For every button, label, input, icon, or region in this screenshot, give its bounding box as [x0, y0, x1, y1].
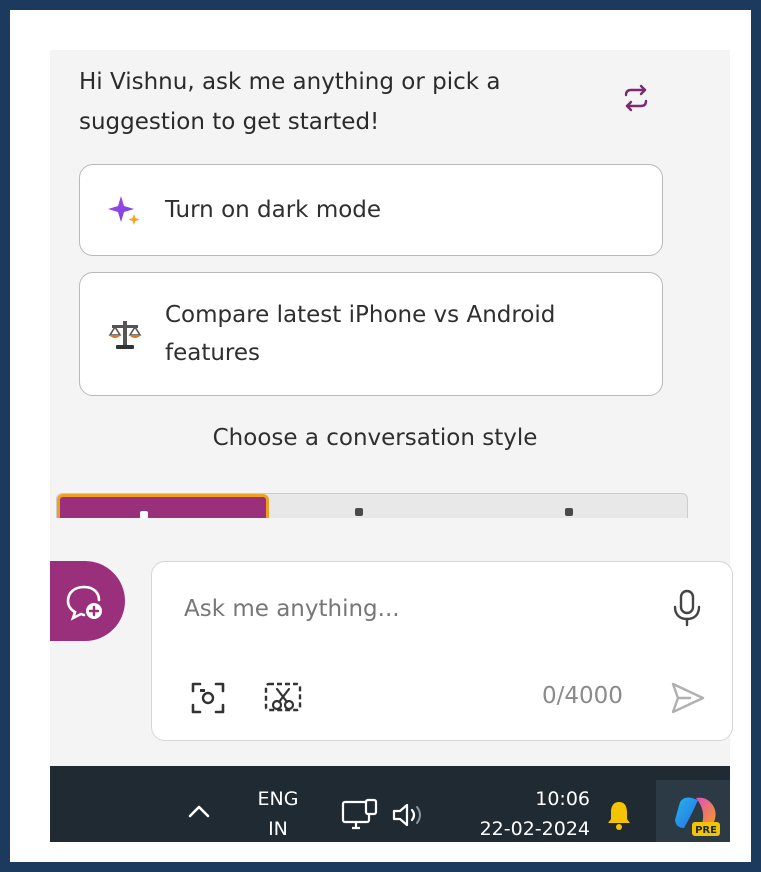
style-tab-icon	[140, 511, 148, 518]
style-tab-icon	[565, 508, 573, 516]
camera-icon[interactable]	[188, 678, 228, 718]
style-tab-creative[interactable]	[57, 494, 269, 518]
ask-input[interactable]	[184, 592, 634, 626]
windows-taskbar: ENG IN 10:06 22-02-2024 PRE	[50, 766, 730, 842]
new-topic-icon	[66, 585, 102, 621]
suggestion-line: Compare latest iPhone vs Android	[165, 302, 556, 328]
region-code: IN	[268, 818, 288, 840]
copilot-window: Hi Vishnu, ask me anything or pick a sug…	[10, 10, 751, 862]
new-topic-button[interactable]	[50, 561, 125, 641]
suggestion-line: Turn on dark mode	[165, 197, 382, 223]
refresh-arrows-icon[interactable]	[618, 80, 654, 116]
greeting-text: Hi Vishnu, ask me anything or pick a sug…	[79, 62, 599, 142]
send-icon[interactable]	[668, 678, 708, 718]
language-indicator[interactable]: ENG IN	[250, 784, 306, 844]
suggestion-text: Turn on dark mode	[165, 191, 642, 229]
chevron-up-icon[interactable]	[186, 802, 212, 820]
balance-scale-icon	[108, 321, 142, 349]
language-code: ENG	[257, 788, 299, 810]
character-counter: 0/4000	[542, 683, 623, 709]
greeting-line-1: Hi Vishnu, ask me anything or pick a	[79, 69, 501, 95]
chat-composer: 0/4000	[151, 561, 733, 741]
style-tab-balanced[interactable]	[269, 494, 479, 518]
suggestion-text: Compare latest iPhone vs Android feature…	[165, 296, 642, 372]
clock-time: 10:06	[535, 788, 590, 810]
sparkle-icon	[108, 196, 140, 225]
taskbar-clock[interactable]: 10:06 22-02-2024	[450, 784, 590, 844]
copilot-badge: PRE	[695, 825, 717, 836]
conversation-style-selector	[56, 493, 688, 518]
network-icon[interactable]	[340, 798, 380, 832]
suggestion-line: features	[165, 340, 261, 366]
copilot-icon: PRE	[675, 797, 720, 836]
suggestion-compare-phones[interactable]: Compare latest iPhone vs Android feature…	[79, 272, 663, 396]
snip-icon[interactable]	[262, 678, 304, 718]
style-tab-precise[interactable]	[479, 494, 687, 518]
style-tab-icon	[355, 508, 363, 516]
copilot-pane: Hi Vishnu, ask me anything or pick a sug…	[50, 50, 733, 766]
greeting-line-2: suggestion to get started!	[79, 109, 380, 135]
bell-icon[interactable]	[604, 798, 634, 832]
volume-icon[interactable]	[390, 800, 430, 830]
clock-date: 22-02-2024	[479, 818, 590, 840]
suggestion-dark-mode[interactable]: Turn on dark mode	[79, 164, 663, 256]
conversation-style-heading: Choose a conversation style	[212, 425, 538, 451]
copilot-taskbar-button[interactable]: PRE	[656, 780, 730, 842]
microphone-icon[interactable]	[670, 588, 704, 628]
